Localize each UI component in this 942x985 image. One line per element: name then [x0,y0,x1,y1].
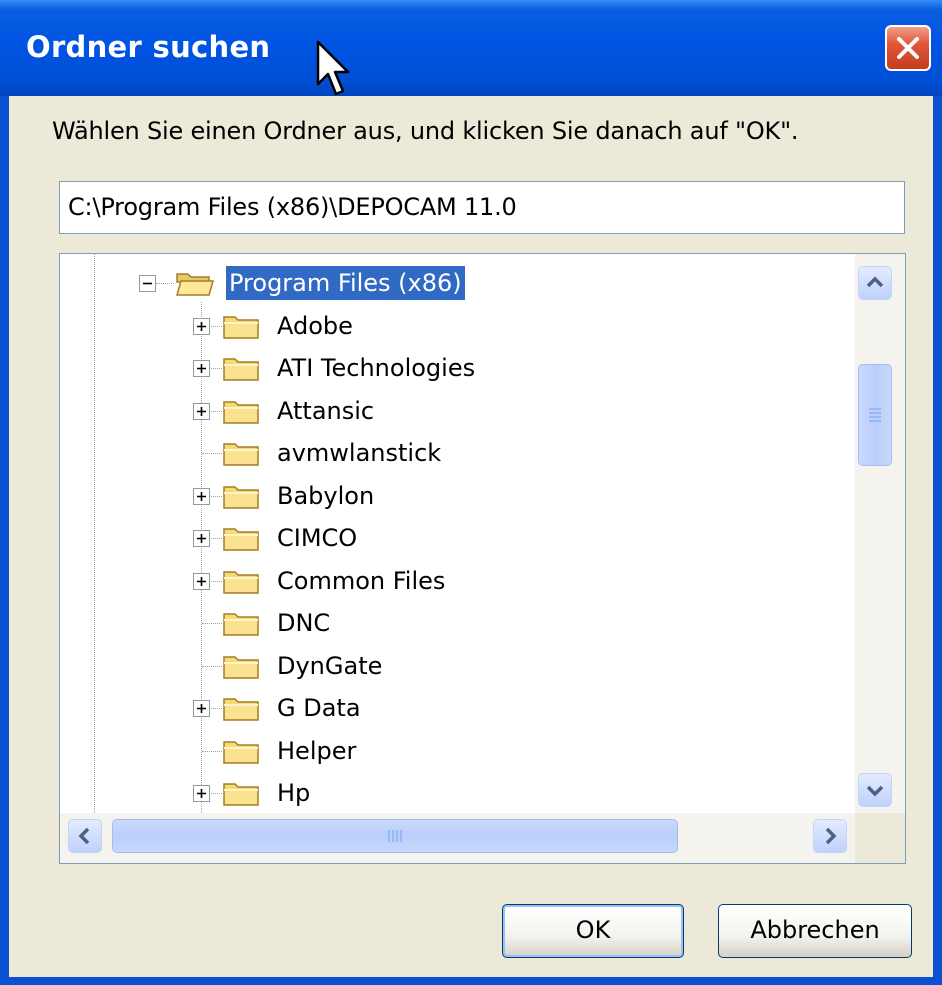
expand-toggle[interactable] [193,785,210,802]
ok-button[interactable]: OK [502,904,684,958]
plus-icon [197,576,206,586]
minus-icon [143,282,152,285]
folder-icon [222,523,262,553]
tree-item[interactable]: ATI Technologies [60,347,850,389]
plus-icon [197,491,206,501]
tree-item[interactable]: DynGate [60,645,850,687]
expand-toggle[interactable] [193,487,210,505]
close-button[interactable] [885,25,931,71]
plus-icon [197,406,206,416]
tree-item-label: avmwlanstick [277,439,442,467]
folder-icon [222,778,262,808]
chevron-up-icon [866,276,884,288]
folder-icon [222,736,262,766]
tree-item[interactable]: DNC [60,602,850,644]
tree-connector-line [202,623,222,624]
expand-toggle[interactable] [193,317,210,335]
folder-icon [222,396,262,426]
scrollbar-corner [855,813,905,863]
tree-item[interactable]: avmwlanstick [60,432,850,474]
tree-item[interactable]: G Data [60,687,850,729]
tree-item[interactable]: Attansic [60,390,850,432]
vertical-scrollbar[interactable] [855,254,905,813]
cancel-button[interactable]: Abbrechen [718,904,912,958]
folder-icon [222,566,262,596]
plus-icon [197,789,206,798]
window-frame-bottom [0,977,942,985]
plus-icon [197,321,206,331]
tree-item-selected[interactable]: Program Files (x86) [60,262,850,304]
tree-item-label: ATI Technologies [277,354,476,382]
folder-icon [222,311,262,341]
expand-toggle[interactable] [193,700,210,717]
tree-item[interactable]: CIMCO [60,517,850,559]
chevron-down-icon [866,785,884,797]
folder-icon [222,353,262,383]
window-frame-right [933,96,942,985]
vertical-scroll-thumb[interactable] [858,364,892,466]
tree-connector-line [202,453,222,454]
folder-icon [222,693,262,723]
chevron-left-icon [78,827,90,845]
tree-item[interactable]: Babylon [60,475,850,517]
expand-toggle[interactable] [193,530,210,547]
tree-item[interactable]: Common Files [60,560,850,602]
scroll-down-button[interactable] [858,773,892,807]
tree-item-label: Hp [277,779,311,807]
tree-connector-line [202,665,222,667]
scroll-up-button[interactable] [858,266,892,300]
close-icon [897,37,919,59]
folder-tree[interactable]: Program Files (x86) Adobe ATI Technologies… [59,253,906,864]
tree-connector-line [202,750,222,752]
mouse-cursor-icon [316,40,350,96]
expand-toggle[interactable] [193,360,210,377]
plus-icon [197,704,206,713]
scroll-left-button[interactable] [68,819,102,853]
folder-icon [222,651,262,681]
path-field[interactable]: C:\Program Files (x86)\DEPOCAM 11.0 [59,181,905,234]
expand-toggle[interactable] [193,572,210,590]
chevron-right-icon [825,827,837,845]
collapse-toggle[interactable] [139,275,156,292]
plus-icon [197,534,206,543]
window-frame-left [0,96,9,985]
grip-icon [388,830,402,842]
tree-item-label: DNC [277,609,331,637]
open-folder-icon [175,268,215,298]
tree-item-label: Common Files [277,566,446,595]
tree-item[interactable]: Adobe [60,305,850,347]
expand-toggle[interactable] [193,402,210,420]
scroll-right-button[interactable] [813,819,847,853]
path-value: C:\Program Files (x86)\DEPOCAM 11.0 [68,193,517,221]
tree-item[interactable]: Hp [60,772,850,814]
tree-item-label: G Data [277,694,361,722]
window-title: Ordner suchen [26,30,271,64]
folder-icon [222,438,262,468]
folder-icon [222,608,262,638]
instruction-text: Wählen Sie einen Ordner aus, und klicken… [52,117,799,145]
title-bar[interactable]: Ordner suchen [0,0,942,96]
folder-icon [222,481,262,511]
horizontal-scrollbar[interactable] [60,813,855,863]
tree-item[interactable]: Helper [60,730,850,772]
tree-connector-line [156,283,174,284]
tree-item-label: CIMCO [277,524,358,552]
plus-icon [197,364,206,373]
tree-item-label: Adobe [277,311,353,340]
tree-item-label: Program Files (x86) [226,266,465,300]
horizontal-scroll-thumb[interactable] [112,819,678,853]
tree-item-label: Helper [277,736,357,765]
tree-item-label: DynGate [277,651,383,680]
tree-item-label: Attansic [277,396,375,425]
tree-item-label: Babylon [277,481,375,510]
grip-icon [869,408,881,422]
